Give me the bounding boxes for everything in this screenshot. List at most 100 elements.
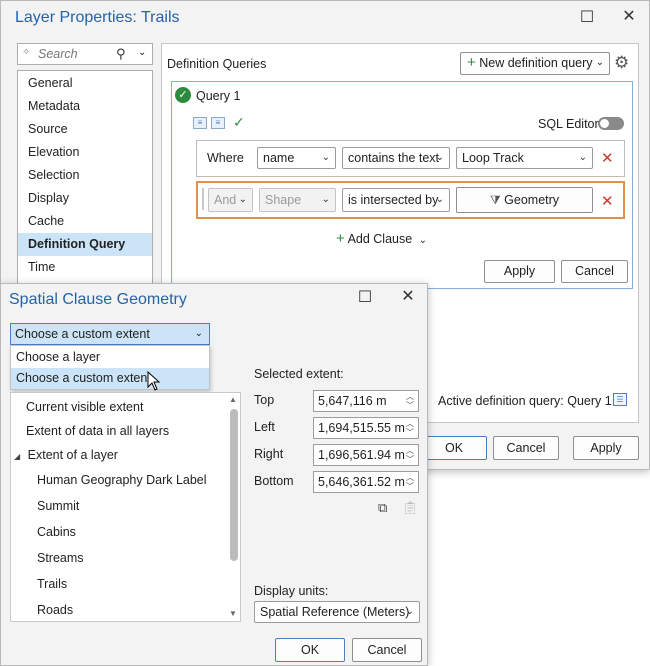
- sidebar-item-cache[interactable]: Cache: [18, 210, 152, 233]
- chevron-down-icon: ⌄: [435, 194, 444, 205]
- spin-up-icon[interactable]: ︿: [404, 419, 416, 428]
- add-clause-button[interactable]: + Add Clause ⌄: [336, 230, 427, 247]
- remove-clause-icon[interactable]: ✕: [601, 149, 614, 167]
- search-input[interactable]: Search: [38, 47, 78, 61]
- right-input[interactable]: 1,696,561.94 m ︿ ﹀: [313, 444, 419, 466]
- tree-current-visible-extent[interactable]: Current visible extent: [26, 400, 143, 414]
- sidebar-item-display[interactable]: Display: [18, 187, 152, 210]
- sidebar-item-metadata[interactable]: Metadata: [18, 95, 152, 118]
- query-list-icon[interactable]: ☰: [613, 393, 627, 406]
- spin-up-icon[interactable]: ︿: [404, 392, 416, 401]
- top-label: Top: [254, 393, 275, 407]
- spin-up-icon[interactable]: ︿: [404, 446, 416, 455]
- top-input[interactable]: 5,647,116 m ︿ ﹀: [313, 390, 419, 412]
- extent-type-select[interactable]: Choose a custom extent ⌄: [10, 323, 210, 345]
- spin-up-icon[interactable]: ︿: [404, 473, 416, 482]
- left-value: 1,694,515.55 m: [318, 421, 405, 435]
- chevron-down-icon: ⌄: [194, 328, 203, 339]
- sidebar-item-source[interactable]: Source: [18, 118, 152, 141]
- where-label: Where: [207, 151, 244, 165]
- apply-button[interactable]: Apply: [573, 436, 639, 460]
- scroll-up-icon[interactable]: ▲: [229, 395, 237, 404]
- query-apply-button[interactable]: Apply: [484, 260, 555, 283]
- tree-extent-all-layers[interactable]: Extent of data in all layers: [26, 424, 169, 438]
- option-choose-custom-extent[interactable]: Choose a custom extent: [11, 368, 209, 389]
- display-units-select[interactable]: Spatial Reference (Meters) ⌄: [254, 601, 420, 623]
- chevron-down-icon: ⌄: [321, 152, 330, 163]
- shape-field-select: Shape ⌄: [259, 188, 336, 212]
- sql-editor-label: SQL Editor: [538, 117, 599, 131]
- chevron-down-icon: ⌄: [418, 235, 428, 246]
- geometry-button[interactable]: ⧩ Geometry: [456, 187, 593, 213]
- maximize-icon[interactable]: ☐: [357, 290, 373, 306]
- chevron-down-icon: ⌄: [435, 152, 444, 163]
- caret-expanded-icon[interactable]: ◢: [14, 452, 20, 461]
- plus-icon: +: [467, 54, 476, 71]
- value-select[interactable]: Loop Track ⌄: [456, 147, 593, 169]
- gear-icon[interactable]: ⚙: [614, 53, 629, 73]
- cancel-button[interactable]: Cancel: [493, 436, 559, 460]
- option-choose-layer[interactable]: Choose a layer: [11, 347, 209, 368]
- spin-down-icon[interactable]: ﹀: [404, 482, 416, 491]
- chevron-down-icon[interactable]: ⌄: [138, 47, 146, 58]
- tree-layer-item[interactable]: Streams: [37, 551, 84, 565]
- bottom-input[interactable]: 5,646,361.52 m ︿ ﹀: [313, 471, 419, 493]
- tree-layer-item[interactable]: Summit: [37, 499, 79, 513]
- display-units-label: Display units:: [254, 584, 329, 598]
- tree-extent-of-layer[interactable]: ◢ Extent of a layer: [14, 448, 118, 462]
- indent-right-icon[interactable]: ≡: [211, 117, 225, 129]
- query-cancel-button[interactable]: Cancel: [561, 260, 628, 283]
- tree-layer-item[interactable]: Trails: [37, 577, 67, 591]
- add-clause-label: Add Clause: [347, 232, 413, 246]
- tree-layer-item[interactable]: Roads: [37, 603, 73, 617]
- spin-down-icon[interactable]: ﹀: [404, 455, 416, 464]
- close-icon[interactable]: ✕: [400, 289, 416, 305]
- paste-icon: 📋︎: [402, 500, 419, 515]
- bottom-value: 5,646,361.52 m: [318, 475, 405, 489]
- tree-layer-item[interactable]: Human Geography Dark Label: [37, 473, 207, 487]
- dialog-cancel-button[interactable]: Cancel: [352, 638, 422, 662]
- close-icon[interactable]: ✕: [621, 9, 637, 25]
- right-value: 1,696,561.94 m: [318, 448, 405, 462]
- mouse-cursor-icon: [147, 370, 161, 394]
- remove-clause-icon[interactable]: ✕: [601, 192, 614, 210]
- search-icon[interactable]: ⚲: [116, 46, 126, 62]
- extent-type-options: Choose a layer Choose a custom extent: [10, 345, 210, 390]
- sidebar-item-general[interactable]: General: [18, 72, 152, 95]
- field-select-value: name: [263, 151, 295, 165]
- sidebar-item-selection[interactable]: Selection: [18, 164, 152, 187]
- spin-down-icon[interactable]: ﹀: [404, 401, 416, 410]
- scrollbar-thumb[interactable]: [230, 409, 238, 561]
- scroll-down-icon[interactable]: ▼: [229, 609, 237, 618]
- query-name[interactable]: Query 1: [196, 89, 240, 103]
- sidebar-item-definition-query[interactable]: Definition Query: [18, 233, 152, 256]
- operator-select[interactable]: contains the text ⌄: [342, 147, 450, 169]
- dialog-ok-button[interactable]: OK: [275, 638, 345, 662]
- sparkle-icon: ✧: [22, 47, 31, 58]
- selected-extent-label: Selected extent:: [254, 367, 344, 381]
- indent-left-icon[interactable]: ≡: [193, 117, 207, 129]
- drag-handle[interactable]: [202, 188, 204, 210]
- verify-check-icon[interactable]: ✓: [233, 114, 245, 131]
- sidebar-item-elevation[interactable]: Elevation: [18, 141, 152, 164]
- maximize-icon[interactable]: ☐: [579, 10, 595, 26]
- spin-down-icon[interactable]: ﹀: [404, 428, 416, 437]
- new-definition-query-button[interactable]: + New definition query ⌄: [460, 52, 610, 75]
- spatial-operator-select[interactable]: is intersected by ⌄: [342, 188, 450, 212]
- geometry-filter-icon: ⧩: [489, 193, 501, 207]
- copy-icon[interactable]: ⧉: [378, 500, 387, 516]
- check-circle-icon: ✓: [175, 87, 191, 103]
- plus-icon: +: [336, 230, 345, 247]
- display-units-value: Spatial Reference (Meters): [260, 605, 410, 619]
- ok-button[interactable]: OK: [421, 436, 487, 460]
- sidebar-item-time[interactable]: Time: [18, 256, 152, 279]
- geometry-label: Geometry: [504, 193, 560, 207]
- sql-editor-toggle[interactable]: [598, 117, 624, 130]
- field-select[interactable]: name ⌄: [257, 147, 336, 169]
- left-input[interactable]: 1,694,515.55 m ︿ ﹀: [313, 417, 419, 439]
- search-box[interactable]: ✧ Search ⚲ ⌄: [17, 43, 153, 65]
- tree-extent-of-layer-label: Extent of a layer: [27, 448, 118, 462]
- chevron-down-icon: ⌄: [321, 194, 330, 205]
- tree-layer-item[interactable]: Cabins: [37, 525, 76, 539]
- sidebar: General Metadata Source Elevation Select…: [17, 70, 153, 285]
